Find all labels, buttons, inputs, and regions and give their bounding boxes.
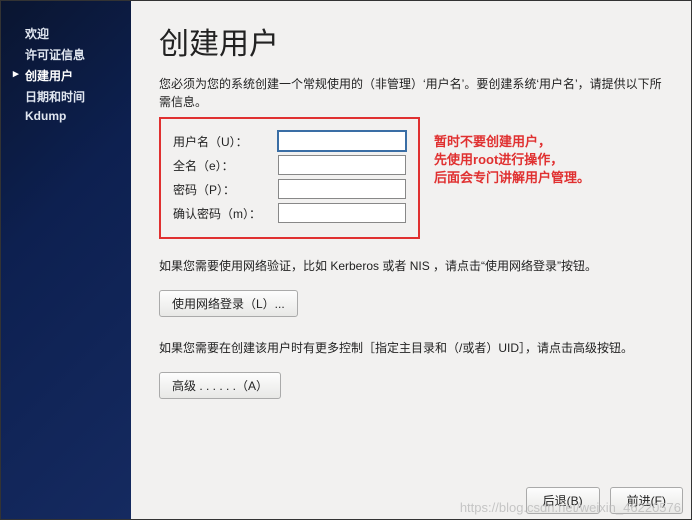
annotation-text: 暂时不要创建用户， 先使用root进行操作， 后面会专门讲解用户管理。: [434, 133, 590, 188]
confirm-password-input[interactable]: [278, 203, 406, 223]
sidebar-item-create-user: 创建用户: [1, 65, 131, 86]
password-label: 密码（P）：: [173, 181, 278, 198]
sidebar-item-label: 日期和时间: [25, 90, 85, 104]
intro-text: 您必须为您的系统创建一个常规使用的（非管理）‘用户名’。要创建系统‘用户名’，请…: [159, 75, 663, 111]
sidebar-item-label: 创建用户: [25, 69, 73, 83]
sidebar-item-label: Kdump: [25, 109, 66, 123]
sidebar-item-label: 欢迎: [25, 27, 49, 41]
fullname-label: 全名（e）：: [173, 157, 278, 174]
password-input[interactable]: [278, 179, 406, 199]
username-label: 用户名（U）：: [173, 133, 278, 150]
back-button[interactable]: 后退(B): [526, 487, 600, 514]
form-fields-box: 用户名（U）： 全名（e）： 密码（P）： 确认密码（m）：: [159, 117, 420, 239]
annotation-line-2: 先使用root进行操作，: [434, 151, 590, 169]
fullname-input[interactable]: [278, 155, 406, 175]
annotation-line-1: 暂时不要创建用户，: [434, 133, 590, 151]
annotation-line-3: 后面会专门讲解用户管理。: [434, 169, 590, 187]
page-title: 创建用户: [159, 19, 663, 63]
sidebar-item-license: 许可证信息: [1, 44, 131, 65]
main-panel: 创建用户 您必须为您的系统创建一个常规使用的（非管理）‘用户名’。要创建系统‘用…: [131, 1, 691, 519]
sidebar-item-label: 许可证信息: [25, 48, 85, 62]
sidebar: 欢迎 许可证信息 创建用户 日期和时间 Kdump: [1, 1, 131, 519]
network-login-button[interactable]: 使用网络登录（L）...: [159, 290, 298, 317]
advanced-note: 如果您需要在创建该用户时有更多控制［指定主目录和（/或者）UID］，请点击高级按…: [159, 339, 663, 358]
confirm-label: 确认密码（m）：: [173, 205, 278, 222]
username-input[interactable]: [278, 131, 406, 151]
advanced-button[interactable]: 高级 . . . . . .（A）: [159, 372, 281, 399]
sidebar-item-welcome: 欢迎: [1, 23, 131, 44]
sidebar-item-datetime: 日期和时间: [1, 86, 131, 107]
network-note: 如果您需要使用网络验证，比如 Kerberos 或者 NIS ，请点击“使用网络…: [159, 257, 663, 276]
sidebar-item-kdump: Kdump: [1, 107, 131, 125]
forward-button[interactable]: 前进(F): [610, 487, 683, 514]
